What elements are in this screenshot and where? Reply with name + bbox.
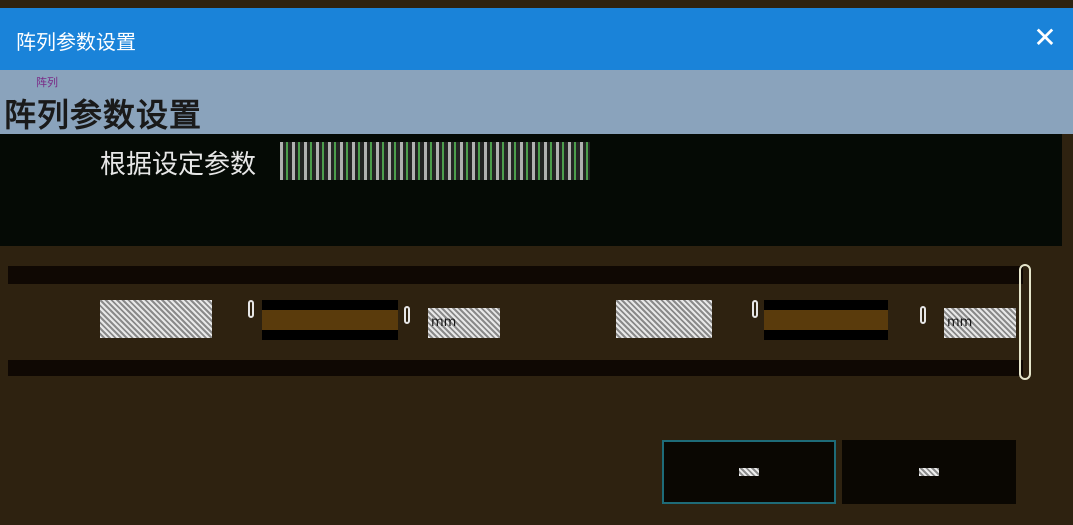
param-1-unit: mm: [428, 308, 500, 338]
param-2-input[interactable]: [764, 310, 888, 330]
window-title: 阵列参数设置: [16, 30, 136, 54]
description-panel: 根据设定参数: [0, 134, 1062, 246]
param-1-input-box[interactable]: [262, 300, 398, 340]
param-2-input-box[interactable]: [764, 300, 888, 340]
param-2-tick-right: [920, 306, 926, 324]
param-2-unit: mm: [944, 308, 1016, 338]
window-titlebar: 阵列参数设置 ✕: [0, 8, 1073, 70]
params-band-top: [8, 266, 1023, 284]
dialog-header: 阵列 阵列参数设置: [0, 70, 1073, 134]
param-1-input[interactable]: [262, 310, 398, 330]
header-logo: 阵列: [36, 76, 58, 89]
ok-button[interactable]: [662, 440, 836, 504]
close-icon[interactable]: ✕: [1029, 22, 1061, 54]
cancel-button-label: [919, 468, 939, 476]
cancel-button[interactable]: [842, 440, 1016, 504]
param-1-label: [100, 300, 212, 338]
param-2-tick-left: [752, 300, 758, 318]
description-text: 根据设定参数: [100, 150, 257, 180]
params-band-bottom: [8, 360, 1023, 376]
params-scrollbar[interactable]: [1019, 264, 1031, 380]
param-1-tick-right: [404, 306, 410, 324]
param-2-label: [616, 300, 712, 338]
param-1-tick-left: [248, 300, 254, 318]
page-title: 阵列参数设置: [4, 96, 203, 134]
ok-button-label: [739, 468, 759, 476]
description-garbled-text: [280, 142, 590, 180]
